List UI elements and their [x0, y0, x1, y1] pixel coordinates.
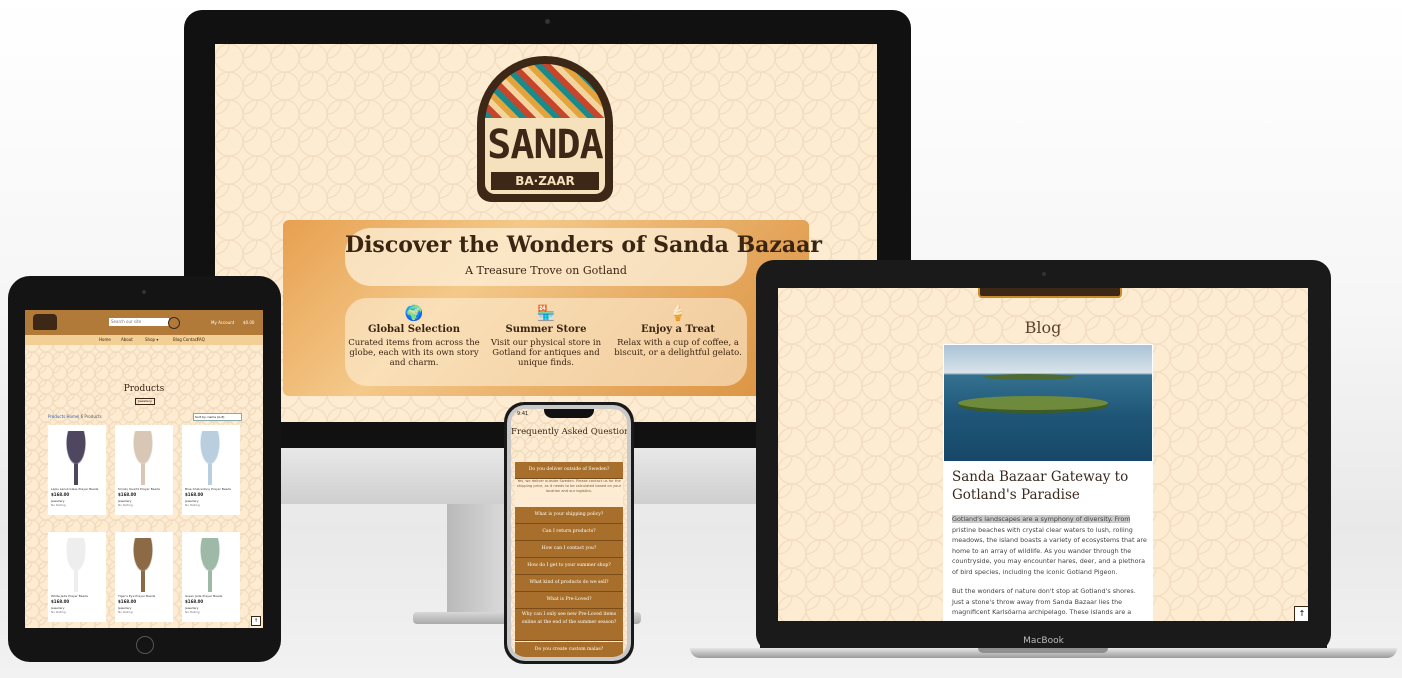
desktop-camera: [545, 19, 550, 24]
feature-summer-store: 🏪 Summer Store Visit our physical store …: [479, 304, 613, 368]
logo-subtitle: BA·ZAAR: [491, 172, 599, 190]
product-price: $168.00: [185, 599, 204, 604]
laptop-camera: [1042, 272, 1046, 276]
feature-title: Enjoy a Treat: [641, 324, 715, 335]
tablet-home-button[interactable]: [136, 636, 154, 654]
page-title: Blog: [1024, 318, 1062, 337]
laptop-hinge-notch: [978, 648, 1108, 653]
feature-global-selection: 🌍 Global Selection Curated items from ac…: [347, 304, 481, 368]
faq-question[interactable]: What is your shipping policy?: [515, 507, 623, 524]
nav-blog[interactable]: Blog: [173, 337, 182, 342]
product-rating: No Rating: [185, 610, 200, 614]
faq-question[interactable]: What is Pre-Loved?: [515, 592, 623, 609]
feature-title: Summer Store: [505, 324, 587, 335]
prayer-beads-image: [133, 431, 153, 485]
paragraph-text: pristine beaches with crystal clear wate…: [952, 525, 1147, 576]
selected-text: Gotland's landscapes are a symphony of d…: [952, 515, 1131, 523]
faq-question[interactable]: How do I get to your summer shop?: [515, 558, 623, 575]
product-price: $168.00: [118, 492, 137, 497]
products-home-link[interactable]: Products Home: [48, 414, 78, 419]
search-icon[interactable]: [168, 317, 180, 329]
scroll-to-top-button[interactable]: ↑: [1294, 606, 1308, 621]
tablet-camera: [142, 290, 146, 294]
search-input[interactable]: Search our site: [109, 318, 169, 326]
product-price: $168.00: [51, 492, 70, 497]
product-card[interactable]: Smoky Quartz Prayer Beads $168.00 Jewell…: [115, 425, 173, 515]
product-rating: No Rating: [118, 610, 133, 614]
ice-cream-icon: 🍦: [668, 304, 688, 322]
product-card[interactable]: Lapis Lazuli Glass Prayer Beads $168.00 …: [48, 425, 106, 515]
product-price: $168.00: [118, 599, 137, 604]
phone-screen: 9:41 Frequently Asked Questions Do you d…: [511, 409, 627, 657]
nav-about[interactable]: About: [121, 337, 133, 342]
phone-notch: [544, 409, 594, 418]
cart-total[interactable]: $0.00: [243, 320, 254, 325]
blog-post-title: Sanda Bazaar Gateway to Gotland's Paradi…: [952, 469, 1129, 503]
prayer-beads-image: [133, 538, 153, 592]
feature-text: Relax with a cup of coffee, a biscuit, o…: [614, 338, 742, 358]
product-rating: No Rating: [51, 503, 66, 507]
sort-select[interactable]: Sort by: name (A-Z): [193, 413, 242, 421]
faq-question[interactable]: Can I return products?: [515, 524, 623, 541]
product-name: Green Jade Prayer Beads: [185, 594, 223, 598]
feature-title: Global Selection: [368, 324, 460, 335]
product-rating: No Rating: [185, 503, 200, 507]
product-rating: No Rating: [118, 503, 133, 507]
tablet-screen: Search our site My Account $0.00 Home Ab…: [25, 310, 263, 628]
hero-subtitle: A Treasure Trove on Gotland: [465, 264, 627, 277]
faq-answer: Yes, we deliver outside Sweden. Please c…: [515, 479, 623, 507]
island-shape: [983, 374, 1075, 380]
prayer-beads-image: [66, 431, 86, 485]
product-rating: No Rating: [51, 610, 66, 614]
nav-shop[interactable]: Shop ▾: [145, 337, 158, 342]
product-name: Tiger's Eye Prayer Beads: [118, 594, 156, 598]
my-account-link[interactable]: My Account: [211, 320, 234, 325]
tablet-main-nav: [25, 335, 263, 345]
hero-banner: Discover the Wonders of Sanda Bazaar A T…: [283, 220, 823, 396]
laptop-brand-label: MacBook: [1023, 636, 1064, 646]
feature-text: Curated items from across the globe, eac…: [348, 338, 480, 368]
product-price: $168.00: [51, 599, 70, 604]
prayer-beads-image: [66, 538, 86, 592]
page-title: Products: [123, 384, 165, 394]
faq-question[interactable]: What kind of products do we sell?: [515, 575, 623, 592]
prayer-beads-image: [200, 538, 220, 592]
product-card[interactable]: Tiger's Eye Prayer Beads $168.00 Jewelle…: [115, 532, 173, 622]
product-count: | 6 Products: [78, 414, 102, 419]
product-card[interactable]: White Jade Prayer Beads $168.00 Jeweller…: [48, 532, 106, 622]
product-name: Lapis Lazuli Glass Prayer Beads: [51, 487, 99, 491]
product-card[interactable]: Green Jade Prayer Beads $168.00 Jeweller…: [182, 532, 240, 622]
product-card[interactable]: Blue Chalcedony Prayer Beads $168.00 Jew…: [182, 425, 240, 515]
feature-text: Visit our physical store in Gotland for …: [490, 338, 602, 368]
laptop-logo-strip[interactable]: [978, 288, 1122, 298]
faq-question[interactable]: How can I contact you?: [515, 541, 623, 558]
scroll-to-top-button[interactable]: ↑: [251, 616, 261, 626]
laptop-screen: Blog Sanda Bazaar Gateway to Gotland's P…: [778, 288, 1308, 621]
product-name: Blue Chalcedony Prayer Beads: [185, 487, 231, 491]
tablet-logo[interactable]: [33, 314, 57, 330]
feature-enjoy-a-treat: 🍦 Enjoy a Treat Relax with a cup of coff…: [611, 304, 745, 358]
category-badge[interactable]: Jewellery: [135, 398, 155, 405]
island-shape: [958, 396, 1108, 410]
faq-question[interactable]: Do you create custom malas?: [515, 642, 623, 657]
nav-faq[interactable]: FAQ: [197, 337, 205, 342]
product-price: $168.00: [185, 492, 204, 497]
faq-question[interactable]: Do you deliver outside of Sweden?: [515, 462, 623, 479]
page-title: Frequently Asked Questions: [511, 427, 627, 437]
blog-paragraph: Gotland's landscapes are a symphony of d…: [952, 514, 1148, 578]
store-icon: 🏪: [536, 304, 556, 322]
product-name: White Jade Prayer Beads: [51, 594, 88, 598]
logo-title: SANDA: [487, 122, 603, 168]
sanda-bazaar-logo[interactable]: SANDA BA·ZAAR: [477, 56, 613, 202]
blog-paragraph: But the wonders of nature don't stop at …: [952, 587, 1136, 617]
nav-home[interactable]: Home: [99, 337, 111, 342]
faq-question[interactable]: Why can I only see new Pre-Loved items o…: [515, 609, 623, 641]
globe-icon: 🌍: [404, 304, 424, 322]
product-name: Smoky Quartz Prayer Beads: [118, 487, 160, 491]
prayer-beads-image: [200, 431, 220, 485]
status-time: 9:41: [517, 411, 529, 417]
hero-title: Discover the Wonders of Sanda Bazaar: [345, 232, 823, 258]
